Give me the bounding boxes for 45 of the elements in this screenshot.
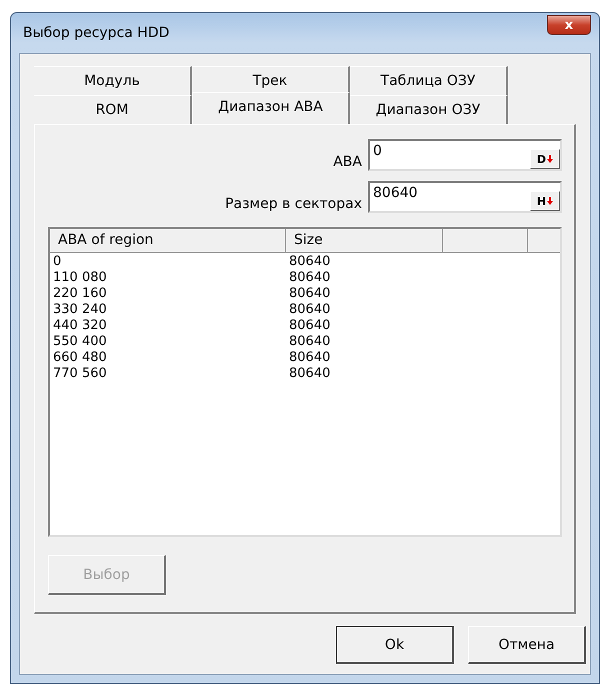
table-cell-text: 110 080 <box>52 269 108 285</box>
list-row[interactable]: 770 560 80640 <box>50 365 560 381</box>
tab[interactable]: Диапазон ABA <box>192 92 350 124</box>
list-row[interactable]: 330 240 80640 <box>50 301 560 317</box>
tab[interactable]: Диапазон ОЗУ <box>350 95 508 124</box>
format-button[interactable]: D <box>530 149 560 169</box>
table-cell-text: 80640 <box>288 365 332 381</box>
format-button[interactable]: H <box>530 191 560 211</box>
ok-button[interactable]: Ok <box>336 626 454 664</box>
table-cell-text: 220 160 <box>52 285 108 301</box>
close-button[interactable]: x <box>547 15 591 35</box>
input-field[interactable]: 0 D <box>368 139 562 171</box>
table-cell-text: 80640 <box>288 333 332 349</box>
table-cell-text: 80640 <box>288 349 332 365</box>
input-field[interactable]: 80640 H <box>368 181 562 213</box>
down-arrow-icon <box>547 197 554 205</box>
table-cell-text: 80640 <box>288 269 332 285</box>
table-cell-text: 440 320 <box>52 317 108 333</box>
field-label: Размер в секторах <box>225 196 362 212</box>
table-cell-text: 80640 <box>288 317 332 333</box>
list-row[interactable]: 0 80640 <box>50 253 560 269</box>
table-cell-text: 0 <box>52 253 62 269</box>
tab[interactable]: ROM <box>34 95 192 124</box>
list-row[interactable]: 110 080 80640 <box>50 269 560 285</box>
list-row[interactable]: 440 320 80640 <box>50 317 560 333</box>
down-arrow-icon <box>547 155 554 163</box>
table-cell-text: 660 480 <box>52 349 108 365</box>
tab[interactable]: Модуль <box>34 66 192 95</box>
field-label: ABA <box>333 154 362 170</box>
header-filler <box>528 229 560 253</box>
tab[interactable]: Трек <box>192 66 350 95</box>
list-row[interactable]: 220 160 80640 <box>50 285 560 301</box>
window-title: Выбор ресурса HDD <box>22 25 170 41</box>
list-row[interactable]: 550 400 80640 <box>50 333 560 349</box>
table-cell-text: 80640 <box>288 285 332 301</box>
table-cell-text: 80640 <box>288 301 332 317</box>
column-header[interactable]: Size <box>286 229 443 253</box>
cancel-button[interactable]: Отмена <box>468 626 586 664</box>
list-row[interactable]: 660 480 80640 <box>50 349 560 365</box>
table-cell-text: 770 560 <box>52 365 108 381</box>
table-cell-text: 80640 <box>288 253 332 269</box>
column-header[interactable]: ABA of region <box>50 229 286 253</box>
table-cell-text: 330 240 <box>52 301 108 317</box>
tab[interactable]: Таблица ОЗУ <box>350 66 508 95</box>
table-cell-text: 550 400 <box>52 333 108 349</box>
